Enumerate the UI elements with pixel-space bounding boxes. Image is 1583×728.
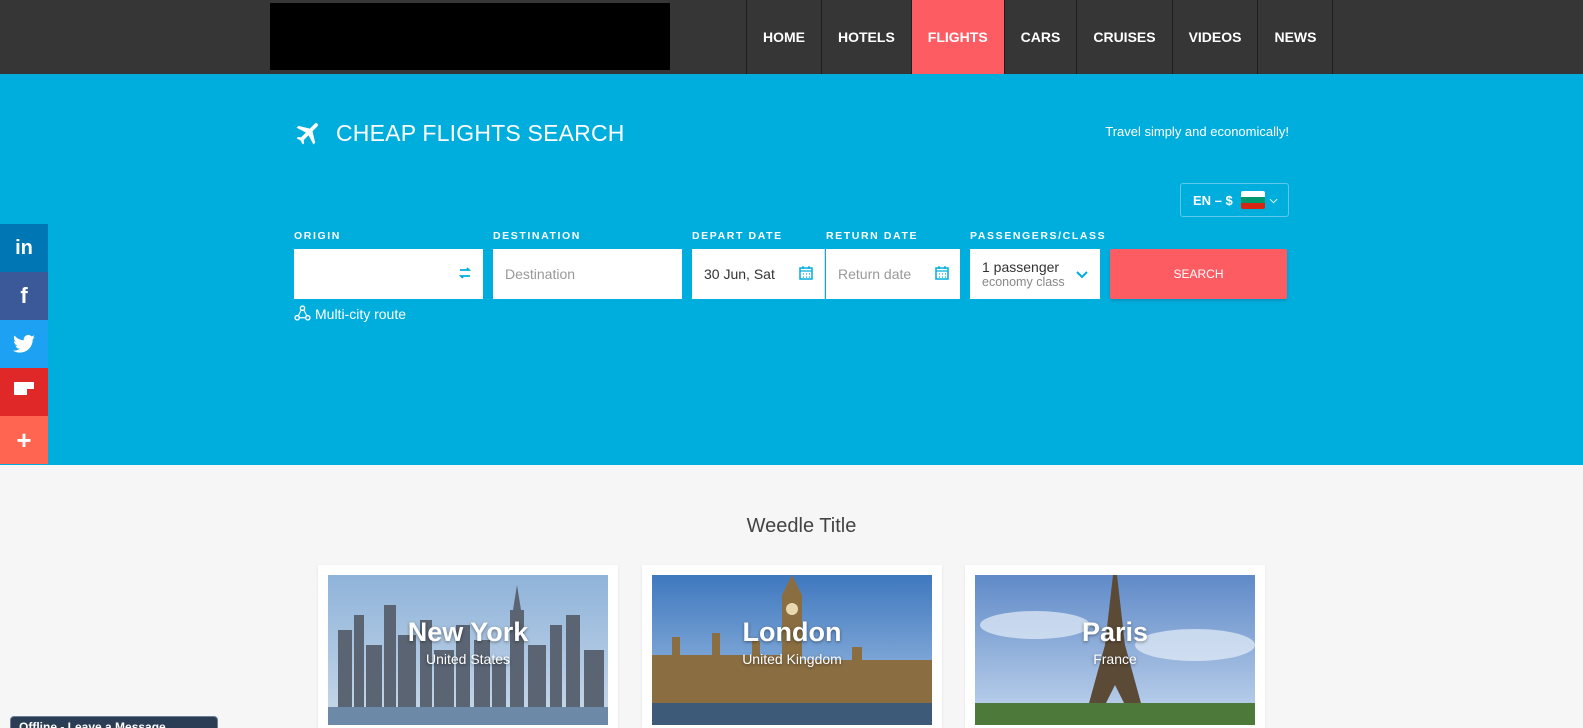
search-button[interactable]: SEARCH (1110, 249, 1287, 299)
depart-date-value: 30 Jun, Sat (704, 266, 775, 282)
origin-field[interactable] (294, 249, 483, 299)
flag-icon (1240, 191, 1265, 209)
linkedin-icon: in (15, 236, 33, 259)
top-navbar: HOME HOTELS FLIGHTS CARS CRUISES VIDEOS … (0, 0, 1583, 74)
nav-flights[interactable]: FLIGHTS (911, 0, 1005, 74)
destination-card-paris[interactable]: Paris France (965, 565, 1265, 728)
flight-search-hero: CHEAP FLIGHTS SEARCH Travel simply and e… (0, 74, 1583, 465)
nav-home[interactable]: HOME (747, 0, 822, 74)
multi-city-label: Multi-city route (315, 305, 407, 322)
destination-card-london[interactable]: London United Kingdom (642, 565, 942, 728)
tagline: Travel simply and economically! (1105, 124, 1289, 139)
chevron-down-icon: ⌵ (1269, 194, 1278, 206)
twitter-icon (13, 334, 35, 353)
return-date-label: RETURN DATE (826, 230, 919, 242)
nav-news[interactable]: NEWS (1258, 0, 1334, 74)
social-share-bar: in f + (0, 224, 48, 464)
language-currency-selector[interactable]: EN – $ ⌵ (1180, 183, 1289, 217)
hero-heading: CHEAP FLIGHTS SEARCH (294, 118, 625, 148)
card-country: United Kingdom (742, 651, 842, 667)
paris-image (975, 575, 1255, 725)
plus-icon: + (16, 424, 32, 455)
card-city: New York (407, 617, 529, 647)
passengers-label: PASSENGERS/CLASS (970, 230, 1107, 242)
destination-card-new-york[interactable]: New York United States (318, 565, 618, 728)
passengers-value: 1 passenger (982, 258, 1060, 275)
depart-date-field[interactable]: 30 Jun, Sat (692, 249, 825, 299)
passengers-class-select[interactable]: 1 passenger economy class (970, 249, 1100, 299)
return-date-placeholder: Return date (838, 266, 912, 282)
origin-input[interactable] (294, 266, 483, 282)
return-date-field[interactable]: Return date (826, 249, 960, 299)
london-image (652, 575, 932, 725)
nav-cruises[interactable]: CRUISES (1077, 0, 1173, 74)
chevron-down-icon (1076, 271, 1088, 279)
destination-input[interactable] (493, 266, 682, 282)
new-york-image (328, 575, 608, 725)
page-title: CHEAP FLIGHTS SEARCH (336, 119, 625, 146)
linkedin-share-button[interactable]: in (0, 224, 48, 272)
flipboard-share-button[interactable] (0, 368, 48, 416)
destination-field[interactable] (493, 249, 682, 299)
card-city: Paris (1081, 617, 1149, 647)
main-nav: HOME HOTELS FLIGHTS CARS CRUISES VIDEOS … (746, 0, 1334, 74)
nav-hotels[interactable]: HOTELS (822, 0, 912, 74)
nav-videos[interactable]: VIDEOS (1173, 0, 1259, 74)
facebook-icon: f (20, 283, 28, 308)
language-currency-label: EN – $ (1193, 192, 1233, 208)
calendar-icon (935, 266, 949, 280)
facebook-share-button[interactable]: f (0, 272, 48, 320)
site-logo[interactable] (270, 3, 670, 70)
card-city: London (742, 617, 842, 647)
section-title: Weedle Title (746, 515, 857, 537)
airplane-icon (296, 123, 318, 145)
destination-label: DESTINATION (493, 230, 581, 242)
swap-icon[interactable] (457, 265, 473, 281)
calendar-icon (799, 266, 813, 280)
more-share-button[interactable]: + (0, 416, 48, 464)
live-chat-tab[interactable]: Offline - Leave a Message (10, 716, 218, 728)
origin-label: ORIGIN (294, 230, 341, 242)
multi-city-link[interactable]: Multi-city route (294, 305, 406, 322)
card-country: United States (425, 651, 511, 667)
card-country: France (1093, 651, 1137, 667)
depart-date-label: DEPART DATE (692, 230, 783, 242)
twitter-share-button[interactable] (0, 320, 48, 368)
flipboard-icon (14, 382, 34, 395)
nav-cars[interactable]: CARS (1005, 0, 1078, 74)
class-value: economy class (982, 274, 1065, 289)
route-icon (294, 305, 311, 321)
